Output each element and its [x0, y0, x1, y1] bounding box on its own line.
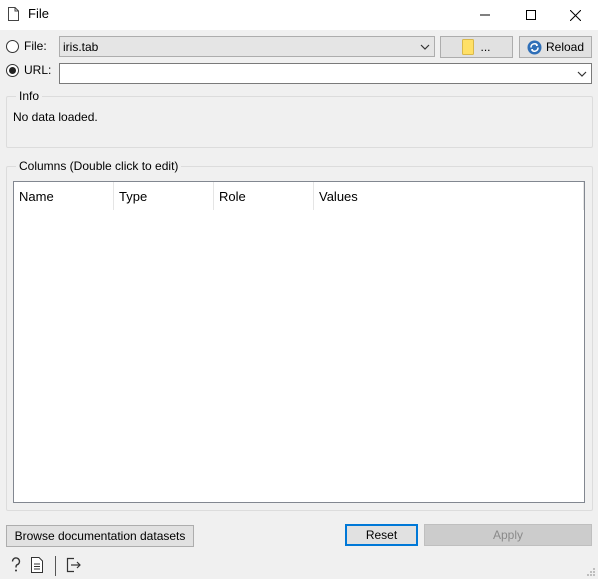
help-icon[interactable]: [10, 557, 22, 573]
reset-button[interactable]: Reset: [345, 524, 418, 546]
title-bar: File: [0, 0, 598, 30]
browse-documentation-datasets-button[interactable]: Browse documentation datasets: [6, 525, 194, 547]
info-text: No data loaded.: [13, 110, 98, 124]
chevron-down-icon: [577, 71, 587, 77]
file-combo[interactable]: iris.tab: [59, 36, 435, 57]
reload-icon: [527, 40, 542, 54]
browse-file-label: ...: [480, 40, 491, 54]
resize-grip-icon[interactable]: [586, 567, 596, 577]
column-header-role[interactable]: Role: [214, 182, 314, 210]
folder-icon: [462, 39, 475, 55]
column-header-name[interactable]: Name: [14, 182, 114, 210]
close-button[interactable]: [552, 0, 598, 30]
minimize-icon: [480, 14, 490, 16]
url-radio[interactable]: [6, 64, 19, 77]
apply-button[interactable]: Apply: [424, 524, 592, 546]
columns-table[interactable]: Name Type Role Values: [13, 181, 585, 503]
file-label: File:: [24, 39, 47, 53]
minimize-button[interactable]: [462, 0, 508, 30]
window-title: File: [28, 6, 49, 21]
reload-label: Reload: [545, 40, 585, 54]
status-divider: [55, 556, 56, 576]
file-row: File: iris.tab ... Reload: [0, 35, 598, 59]
file-combo-value: iris.tab: [63, 40, 99, 54]
document-icon: [8, 7, 19, 21]
reload-button[interactable]: Reload: [519, 36, 592, 58]
chevron-down-icon: [420, 44, 430, 50]
close-icon: [569, 9, 581, 21]
maximize-icon: [526, 10, 536, 20]
url-row: URL:: [0, 61, 598, 85]
url-combo[interactable]: [59, 63, 592, 84]
column-header-type[interactable]: Type: [114, 182, 214, 210]
browse-file-button[interactable]: ...: [440, 36, 513, 58]
url-label: URL:: [24, 63, 52, 77]
column-header-values[interactable]: Values: [314, 182, 584, 210]
maximize-button[interactable]: [508, 0, 554, 30]
info-group-title: Info: [16, 89, 43, 103]
file-radio[interactable]: [6, 40, 19, 53]
columns-group-title: Columns (Double click to edit): [16, 159, 182, 173]
report-icon[interactable]: [31, 557, 43, 573]
output-icon[interactable]: [66, 557, 82, 573]
